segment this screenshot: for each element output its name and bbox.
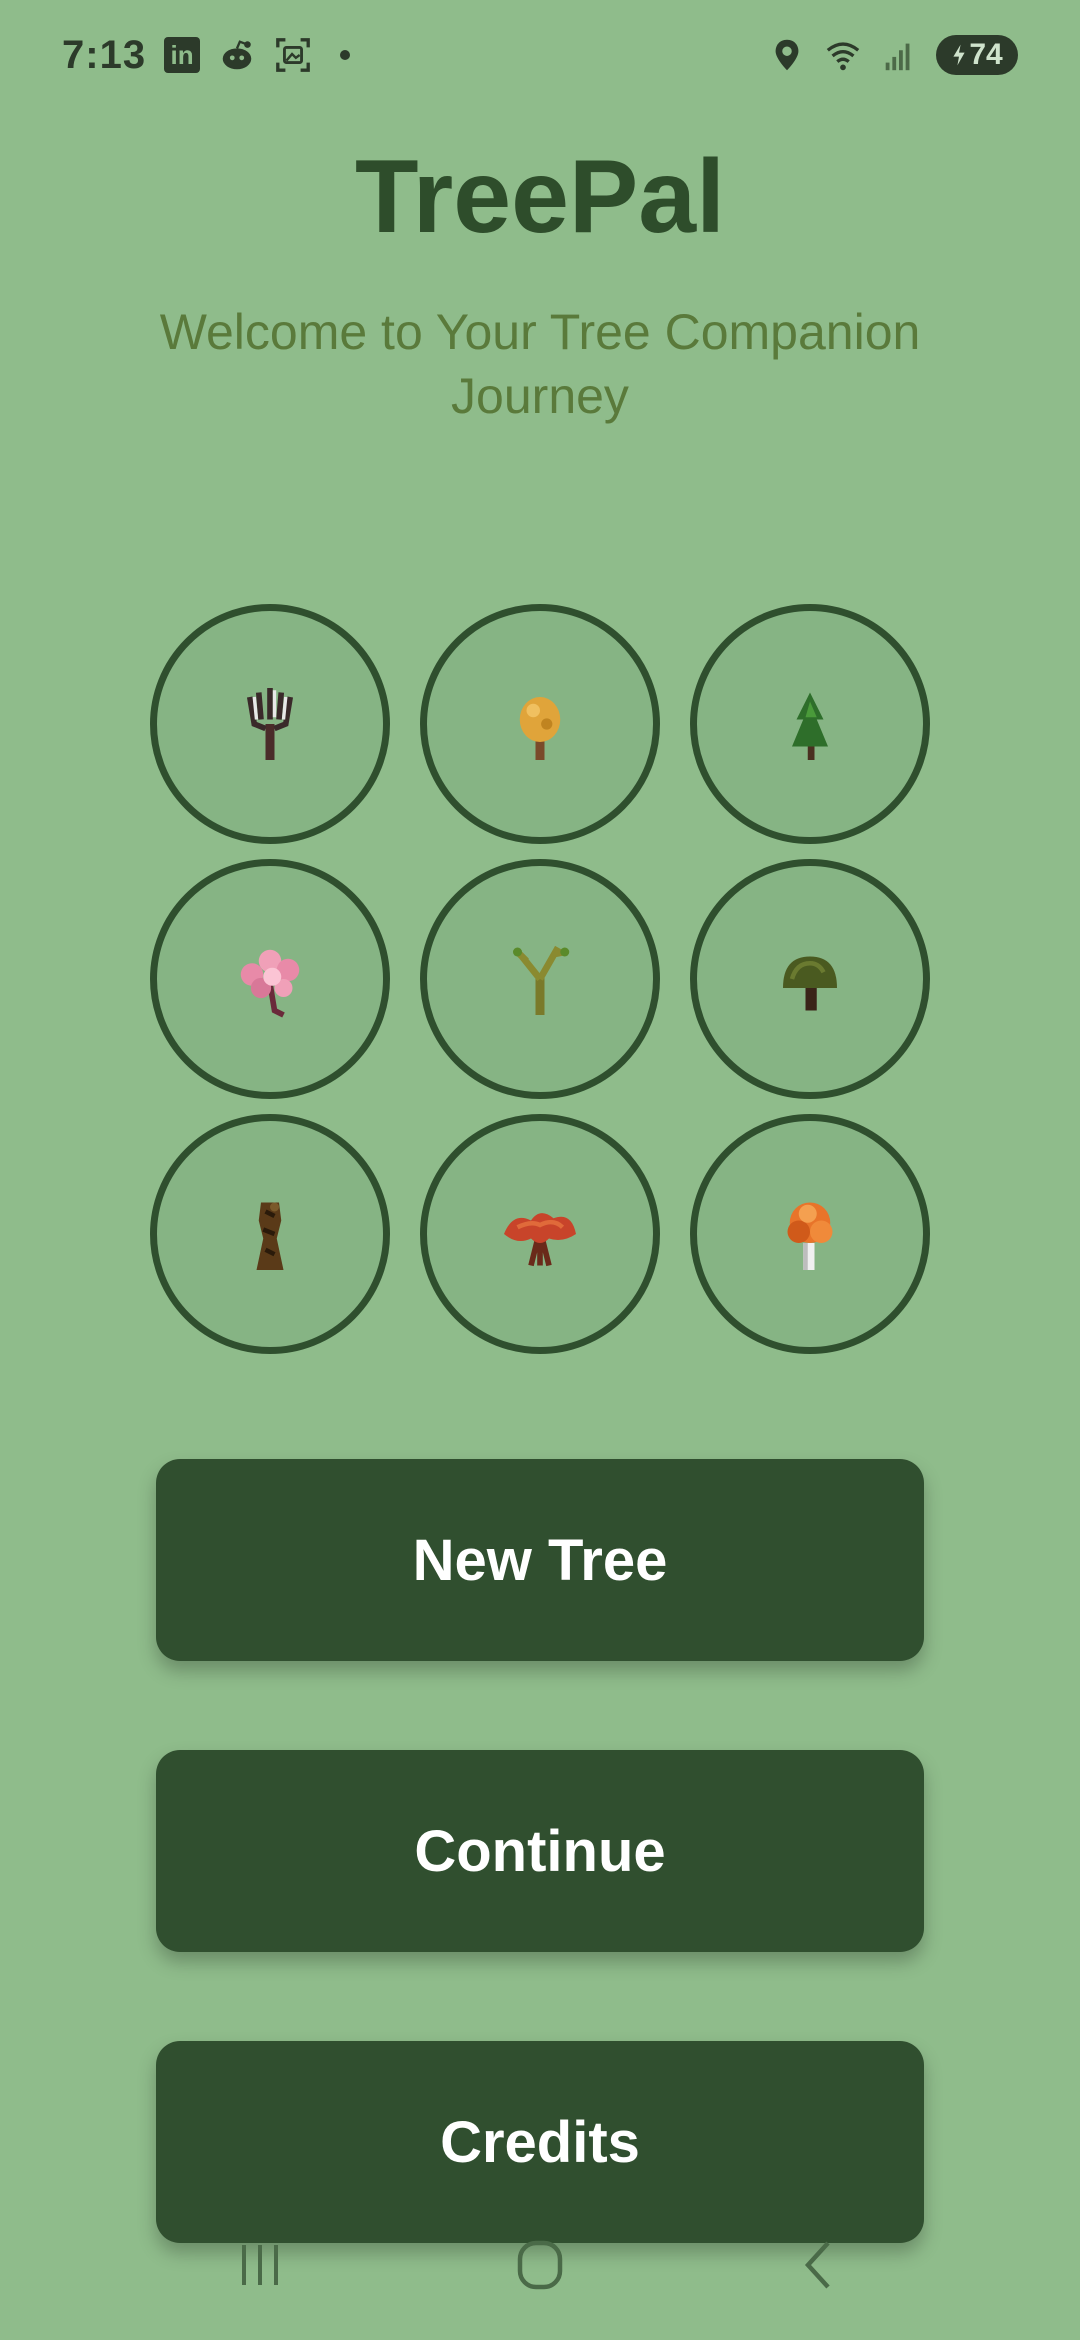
reddit-icon — [218, 36, 256, 74]
linkedin-icon: in — [164, 37, 201, 73]
tree-option-autumn[interactable] — [690, 1114, 930, 1354]
pine-sapling-icon — [792, 692, 828, 760]
new-tree-button[interactable]: New Tree — [156, 1459, 924, 1661]
golden-sapling-icon — [519, 697, 561, 760]
tree-option-cherry[interactable] — [150, 859, 390, 1099]
tree-option-bonsai[interactable] — [690, 859, 930, 1099]
back-button[interactable] — [780, 2230, 860, 2300]
cherry-blossom-icon — [240, 949, 300, 1018]
tree-option-pine[interactable] — [690, 604, 930, 844]
status-bar: 7:13 in 74 — [0, 0, 1080, 110]
recent-apps-icon — [242, 2245, 278, 2285]
app-title: TreePal — [354, 139, 726, 255]
tree-option-birch[interactable] — [150, 604, 390, 844]
app-subtitle: Welcome to Your Tree Companion Journey — [159, 304, 921, 424]
home-button[interactable] — [500, 2230, 580, 2300]
system-nav-bar — [0, 2215, 1080, 2315]
continue-button[interactable]: Continue — [156, 1750, 924, 1952]
screenshot-icon — [274, 36, 312, 74]
back-icon — [804, 2241, 830, 2289]
dead-trunk-icon — [256, 1202, 284, 1270]
birch-sapling-icon — [246, 688, 294, 760]
notification-dot — [340, 50, 351, 60]
home-icon — [517, 2240, 563, 2290]
battery-level: 74 — [969, 38, 1003, 71]
red-maple-icon — [504, 1213, 576, 1267]
autumn-tree-icon — [787, 1202, 833, 1270]
tree-option-golden[interactable] — [420, 604, 660, 844]
tree-option-trunk[interactable] — [150, 1114, 390, 1354]
bonsai-tree-icon — [783, 956, 837, 1011]
status-time: 7:13 — [62, 32, 147, 77]
status-left: 7:13 in — [62, 32, 351, 78]
tree-selection-grid — [150, 604, 930, 1354]
tree-option-red-maple[interactable] — [420, 1114, 660, 1354]
battery-icon: 74 — [936, 35, 1018, 75]
signal-icon — [880, 36, 918, 74]
wifi-icon — [824, 36, 862, 74]
recent-apps-button[interactable] — [220, 2230, 300, 2300]
credits-button[interactable]: Credits — [156, 2041, 924, 2243]
status-right: 74 — [768, 35, 1018, 75]
tree-option-branch[interactable] — [420, 859, 660, 1099]
location-icon — [768, 36, 806, 74]
young-branch-tree-icon — [513, 945, 570, 1015]
